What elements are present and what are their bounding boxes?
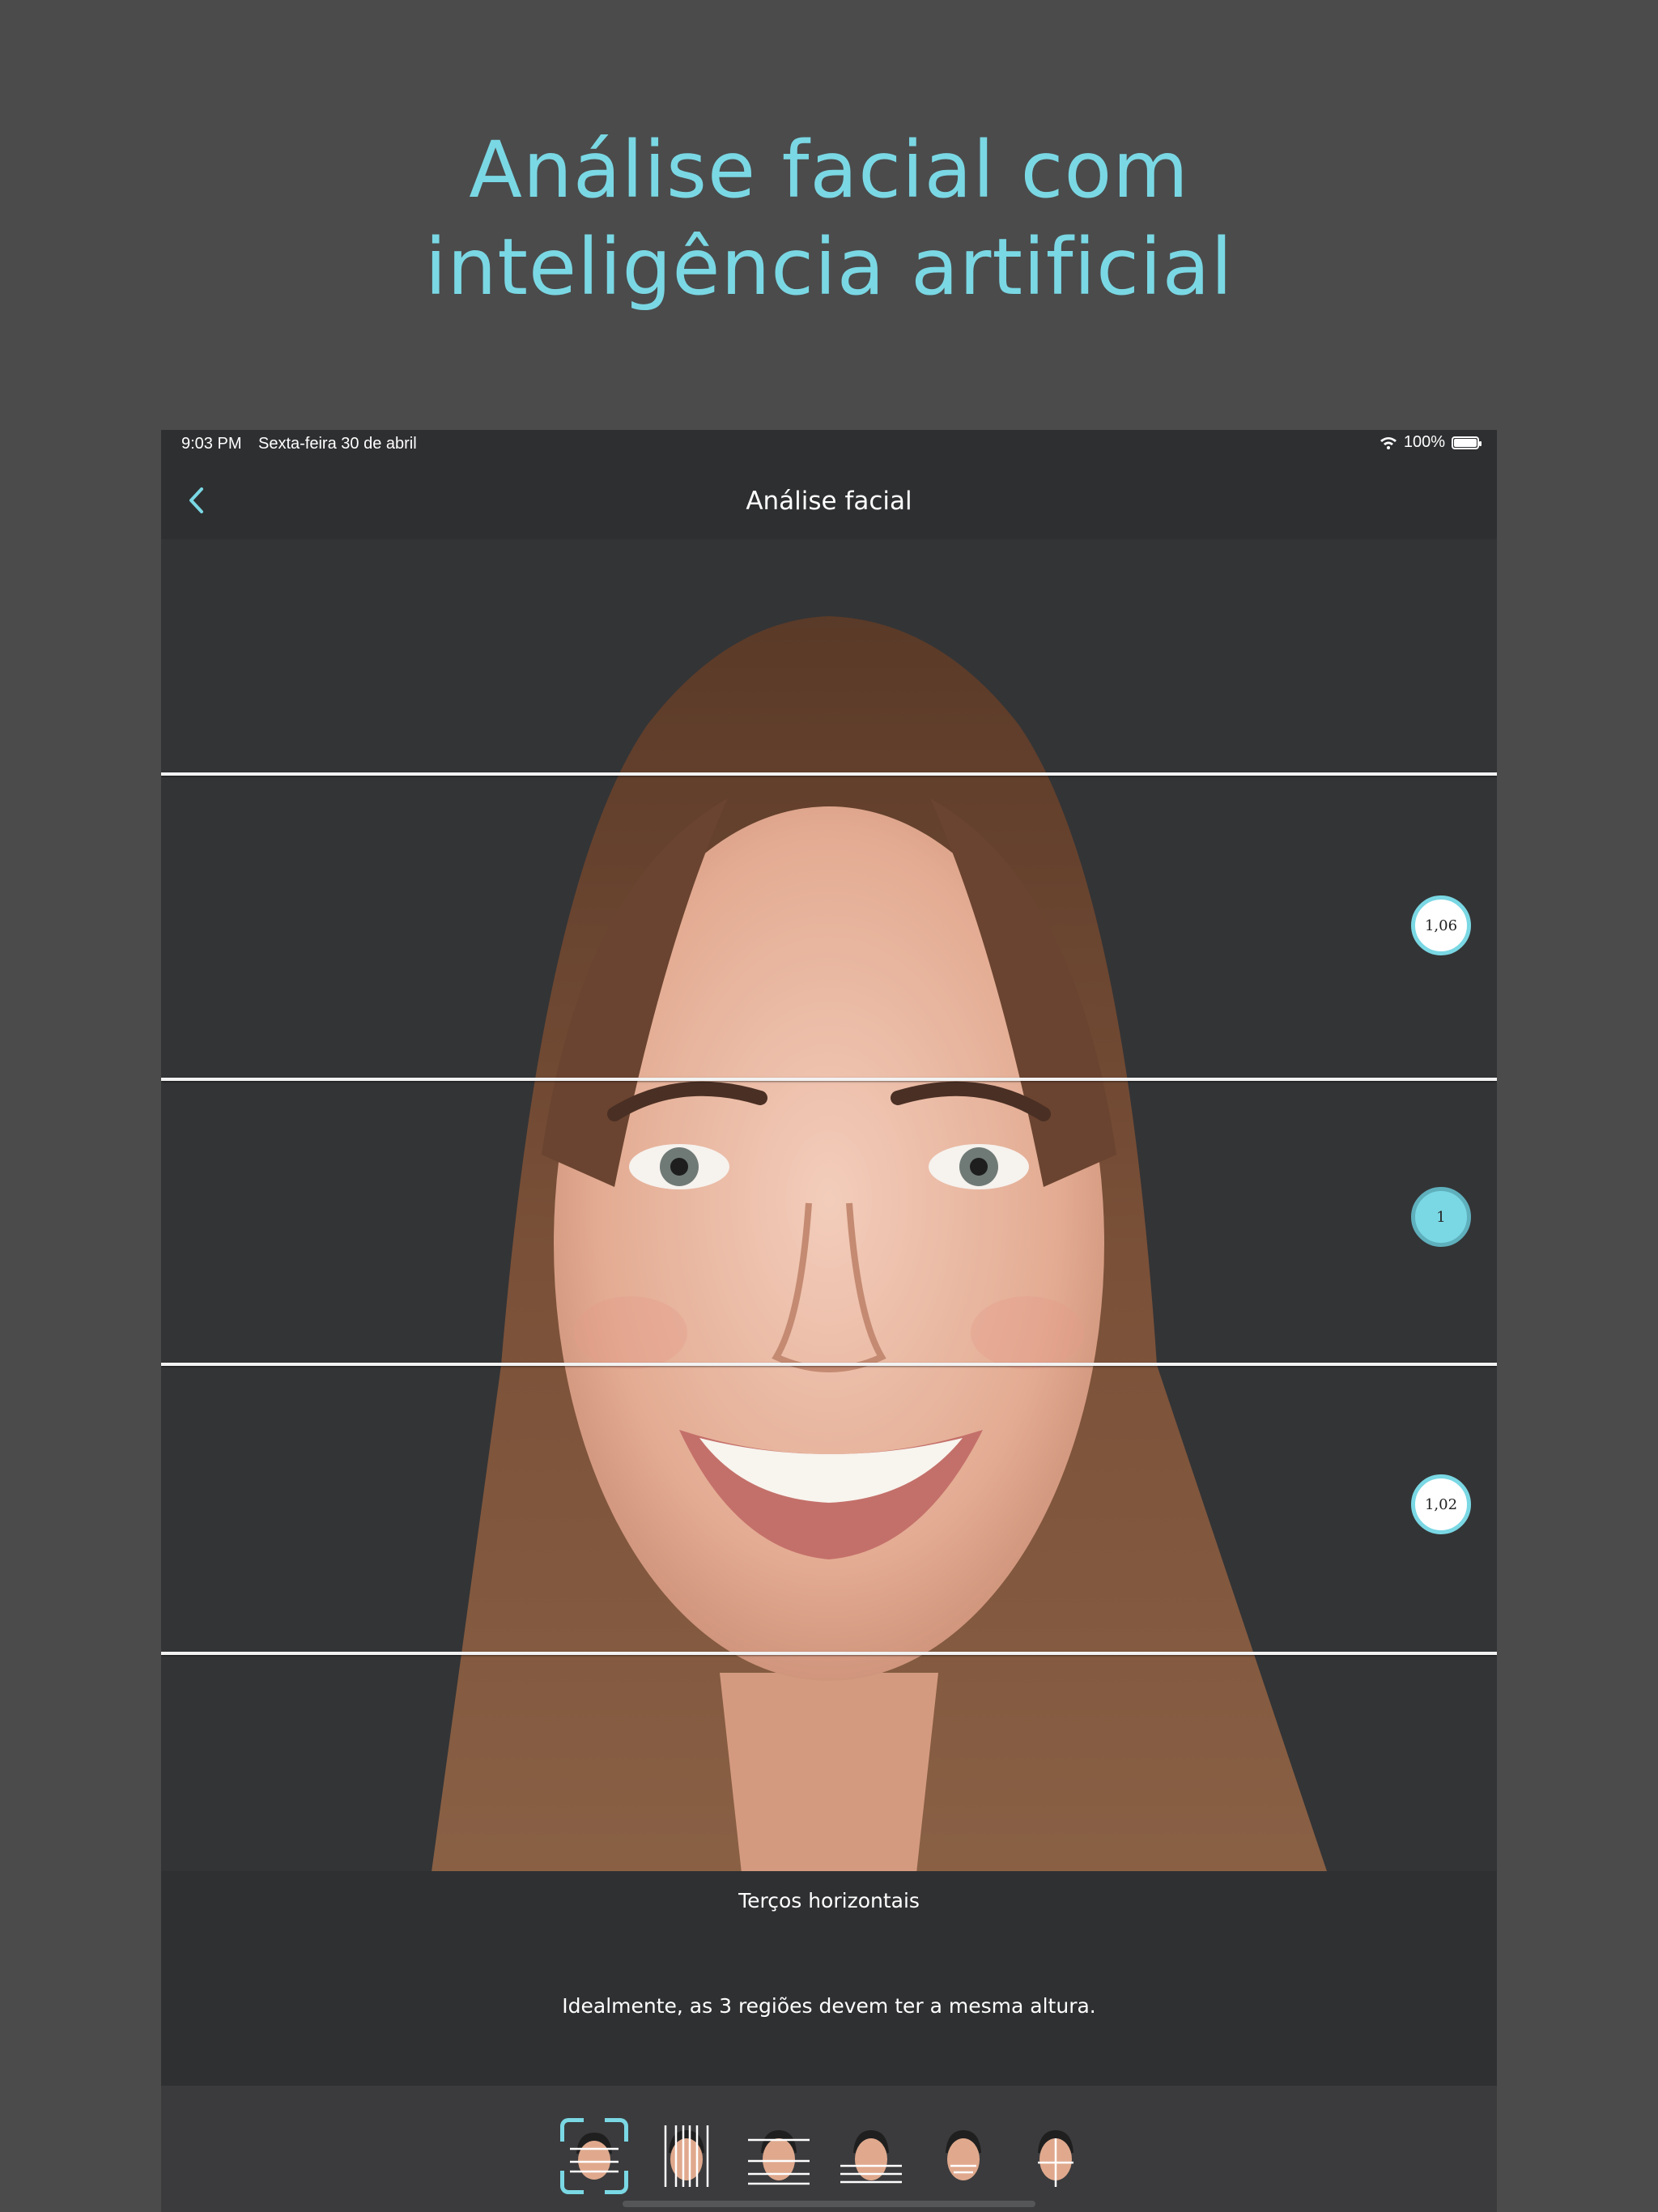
horizontal-lines-icon [748, 2130, 810, 2185]
ratio-badge-lower[interactable]: 1,02 [1411, 1474, 1471, 1534]
app-screen: 9:03 PM Sexta-feira 30 de abril 100% Aná… [161, 430, 1497, 2212]
face-photo-area: 1,06 1 1,02 [161, 539, 1497, 1895]
tool-symmetry-axis[interactable] [1022, 2118, 1090, 2194]
ratio-value-middle: 1 [1436, 1208, 1446, 1226]
headline-line-1: Análise facial com [469, 125, 1189, 215]
wifi-icon [1380, 436, 1397, 449]
symmetry-axis-icon [1038, 2130, 1073, 2187]
ratio-badge-middle[interactable]: 1 [1411, 1187, 1471, 1247]
home-indicator[interactable] [623, 2201, 1035, 2207]
chevron-left-icon [189, 487, 203, 513]
headline: Análise facial com inteligência artifici… [0, 121, 1658, 316]
guide-line-2 [161, 1078, 1497, 1081]
tool-vertical-fifths[interactable] [653, 2118, 721, 2194]
analysis-description: Idealmente, as 3 regiões devem ter a mes… [562, 1994, 1096, 2018]
tool-horizontal-lines[interactable] [745, 2118, 813, 2194]
navigation-bar: Análise facial [161, 462, 1497, 539]
ratio-value-lower: 1,02 [1424, 1495, 1458, 1513]
back-button[interactable] [176, 480, 216, 521]
portrait-image [428, 616, 1335, 1895]
guide-line-4 [161, 1652, 1497, 1655]
status-date: Sexta-feira 30 de abril [258, 435, 417, 453]
tool-horizontal-thirds[interactable] [560, 2118, 628, 2194]
battery-icon [1452, 436, 1482, 449]
battery-percent: 100% [1403, 433, 1445, 451]
status-time: 9:03 PM [181, 435, 242, 453]
vertical-fifths-icon [664, 2125, 709, 2187]
page-title: Análise facial [746, 486, 912, 516]
headline-line-2: inteligência artificial [424, 222, 1234, 313]
analysis-toolbar [161, 2086, 1497, 2212]
ratio-value-upper: 1,06 [1424, 917, 1458, 934]
tool-lower-third[interactable] [837, 2118, 905, 2194]
info-panel: Terços horizontais Idealmente, as 3 regi… [161, 1871, 1497, 2086]
tool-lips-ratio[interactable] [929, 2118, 997, 2194]
ratio-badge-upper[interactable]: 1,06 [1411, 895, 1471, 955]
status-bar: 9:03 PM Sexta-feira 30 de abril 100% [161, 430, 1497, 462]
analysis-title: Terços horizontais [738, 1889, 920, 1912]
guide-line-1 [161, 772, 1497, 776]
lips-ratio-icon [946, 2130, 981, 2180]
lower-third-icon [840, 2130, 902, 2184]
status-indicators: 100% [1380, 433, 1482, 452]
guide-line-3 [161, 1363, 1497, 1366]
